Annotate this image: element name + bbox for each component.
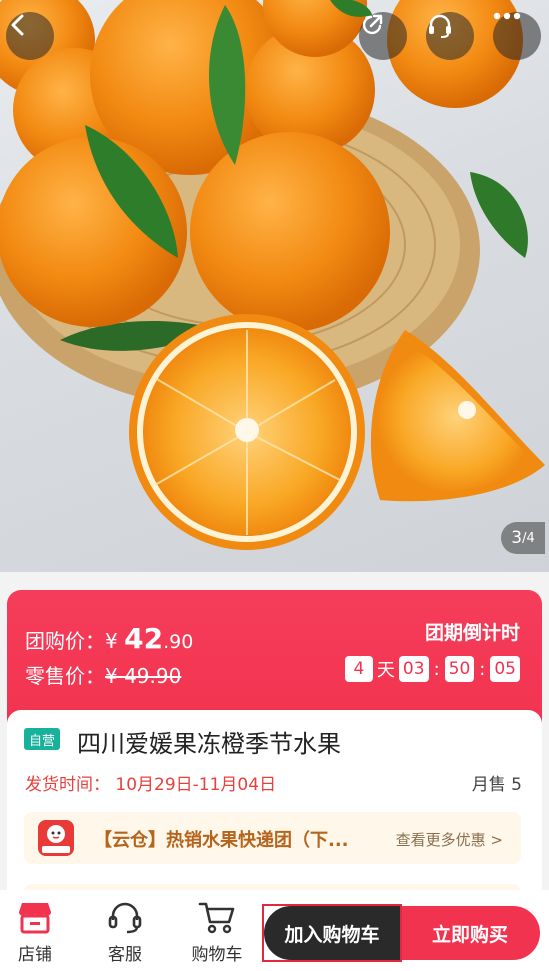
chevron-left-icon bbox=[11, 14, 24, 36]
add-to-cart-button[interactable]: 加入购物车 bbox=[264, 906, 400, 960]
cart-label: 购物车 bbox=[191, 945, 243, 965]
countdown-separator: : bbox=[433, 658, 440, 680]
product-image-gallery[interactable]: 3/4 bbox=[0, 0, 549, 572]
store-icon bbox=[19, 903, 51, 934]
countdown-hours: 03 bbox=[398, 656, 429, 682]
store-nav-item[interactable]: 店铺 bbox=[0, 898, 70, 965]
countdown-days: 4 bbox=[344, 656, 373, 682]
shipping-time: 发货时间： 10月29日-11月04日 bbox=[25, 775, 277, 795]
bottom-action-bar: 店铺 客服 购物车 加入购物车 立即购买 bbox=[0, 890, 549, 971]
group-logo-icon bbox=[38, 820, 74, 856]
currency-symbol: ¥ bbox=[105, 629, 125, 653]
view-more-offers-link[interactable]: 查看更多优惠 > bbox=[396, 829, 503, 850]
group-price-integer: 42 bbox=[124, 622, 164, 655]
gallery-page-indicator: 3/4 bbox=[501, 522, 545, 554]
countdown-days-unit: 天 bbox=[376, 660, 395, 681]
gallery-current-index: 3 bbox=[511, 528, 523, 548]
monthly-sales: 月售 5 bbox=[471, 775, 522, 795]
cart-nav-item[interactable]: 购物车 bbox=[182, 898, 252, 965]
group-price-row: 团购价：¥ 42.90 bbox=[25, 622, 193, 655]
countdown-timer: 4 天 03 : 50 : 05 bbox=[344, 656, 520, 682]
promo-text: 【云仓】热销水果快递团（下... bbox=[94, 830, 349, 851]
store-label: 店铺 bbox=[18, 945, 52, 965]
retail-price-label: 零售价： bbox=[25, 664, 105, 688]
gallery-total: /4 bbox=[522, 530, 535, 546]
share-icon bbox=[362, 14, 383, 35]
buy-now-button[interactable]: 立即购买 bbox=[400, 906, 540, 960]
retail-price-row: 零售价：¥ 49.90 bbox=[25, 660, 181, 689]
product-info-card: 自营 四川爱媛果冻橙季节水果 发货时间： 10月29日-11月04日 月售 5 … bbox=[7, 710, 542, 900]
back-button[interactable] bbox=[6, 12, 54, 60]
self-operated-badge: 自营 bbox=[24, 728, 61, 750]
group-price-decimal: .90 bbox=[163, 631, 194, 653]
promo-banner[interactable]: 【云仓】热销水果快递团（下... 查看更多优惠 > bbox=[24, 812, 521, 864]
more-button[interactable] bbox=[493, 12, 541, 60]
countdown-seconds: 05 bbox=[490, 656, 520, 682]
countdown-minutes: 50 bbox=[444, 656, 475, 682]
shopping-cart-icon bbox=[198, 902, 235, 934]
more-dots-icon bbox=[493, 12, 521, 20]
price-banner: 团购价：¥ 42.90 零售价：¥ 49.90 团期倒计时 4 天 03 : 5… bbox=[7, 590, 542, 730]
countdown-separator: : bbox=[479, 658, 486, 680]
retail-price-value: ¥ 49.90 bbox=[105, 664, 182, 688]
product-title: 四川爱媛果冻橙季节水果 bbox=[77, 730, 341, 758]
service-nav-item[interactable]: 客服 bbox=[90, 898, 160, 965]
headset-icon bbox=[108, 902, 142, 934]
product-photo bbox=[0, 0, 545, 550]
countdown-title: 团期倒计时 bbox=[424, 622, 520, 644]
service-label: 客服 bbox=[108, 945, 142, 965]
headset-icon bbox=[429, 14, 451, 38]
share-button[interactable] bbox=[359, 12, 407, 60]
group-price-label: 团购价： bbox=[25, 629, 105, 653]
customer-service-button[interactable] bbox=[426, 12, 474, 60]
